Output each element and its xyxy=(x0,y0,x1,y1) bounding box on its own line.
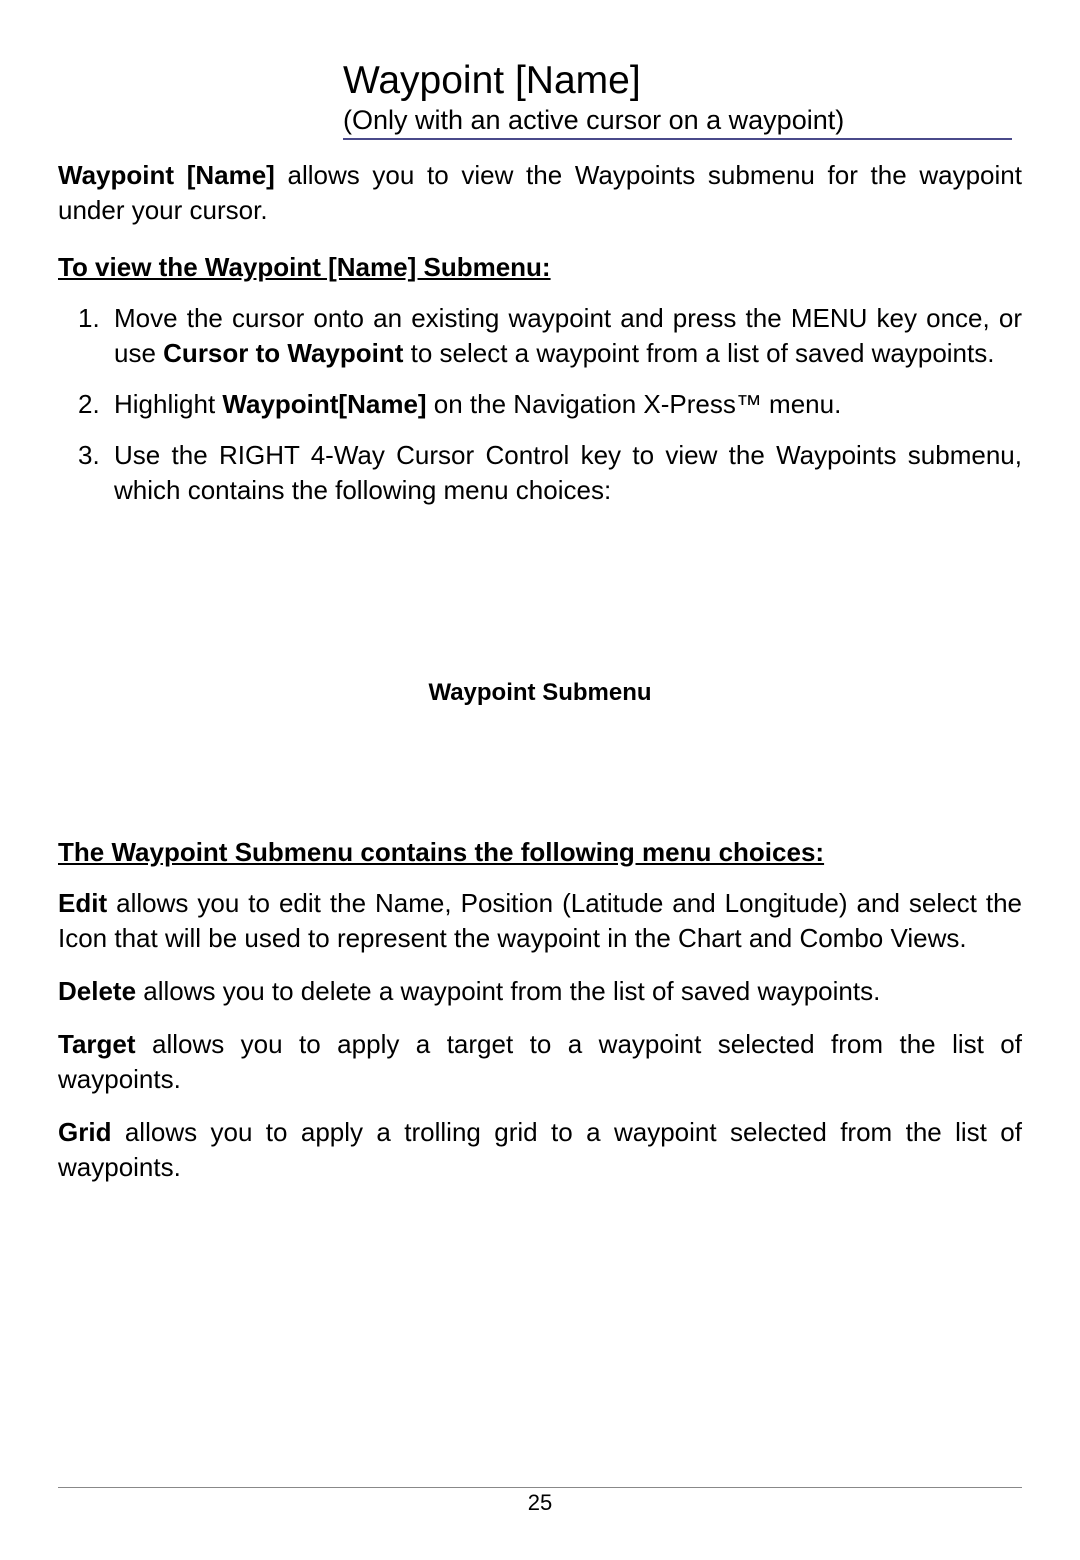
title-block: Waypoint [Name] (Only with an active cur… xyxy=(343,60,1012,140)
step-2-text-a: Highlight xyxy=(114,389,222,419)
step-1: Move the cursor onto an existing waypoin… xyxy=(114,301,1022,371)
choice-grid-bold: Grid xyxy=(58,1117,111,1147)
choice-delete-rest: allows you to delete a waypoint from the… xyxy=(136,976,880,1006)
choice-target: Target allows you to apply a target to a… xyxy=(58,1027,1022,1097)
page-title: Waypoint [Name] xyxy=(343,60,1012,103)
step-2-text-b: on the Navigation X-Press™ menu. xyxy=(427,389,842,419)
section-heading-view-submenu: To view the Waypoint [Name] Submenu: xyxy=(58,252,1022,283)
choice-grid: Grid allows you to apply a trolling grid… xyxy=(58,1115,1022,1185)
steps-list: Move the cursor onto an existing waypoin… xyxy=(58,301,1022,508)
step-1-bold: Cursor to Waypoint xyxy=(163,338,403,368)
choice-edit-rest: allows you to edit the Name, Position (L… xyxy=(58,888,1022,953)
choice-target-bold: Target xyxy=(58,1029,136,1059)
page-number: 25 xyxy=(0,1490,1080,1516)
intro-paragraph: Waypoint [Name] allows you to view the W… xyxy=(58,158,1022,228)
step-3: Use the RIGHT 4-Way Cursor Control key t… xyxy=(114,438,1022,508)
step-1-text-b: to select a waypoint from a list of save… xyxy=(403,338,994,368)
choice-edit-bold: Edit xyxy=(58,888,107,918)
step-2: Highlight Waypoint[Name] on the Navigati… xyxy=(114,387,1022,422)
footer-divider xyxy=(58,1487,1022,1488)
section-heading-choices: The Waypoint Submenu contains the follow… xyxy=(58,837,1022,868)
choice-edit: Edit allows you to edit the Name, Positi… xyxy=(58,886,1022,956)
choice-delete-bold: Delete xyxy=(58,976,136,1006)
figure-caption: Waypoint Submenu xyxy=(58,679,1022,707)
choice-target-rest: allows you to apply a target to a waypoi… xyxy=(58,1029,1022,1094)
choice-delete: Delete allows you to delete a waypoint f… xyxy=(58,974,1022,1009)
page-subtitle: (Only with an active cursor on a waypoin… xyxy=(343,105,1012,136)
step-2-bold: Waypoint[Name] xyxy=(222,389,426,419)
choice-grid-rest: allows you to apply a trolling grid to a… xyxy=(58,1117,1022,1182)
step-3-text: Use the RIGHT 4-Way Cursor Control key t… xyxy=(114,440,1022,505)
intro-bold: Waypoint [Name] xyxy=(58,160,275,190)
